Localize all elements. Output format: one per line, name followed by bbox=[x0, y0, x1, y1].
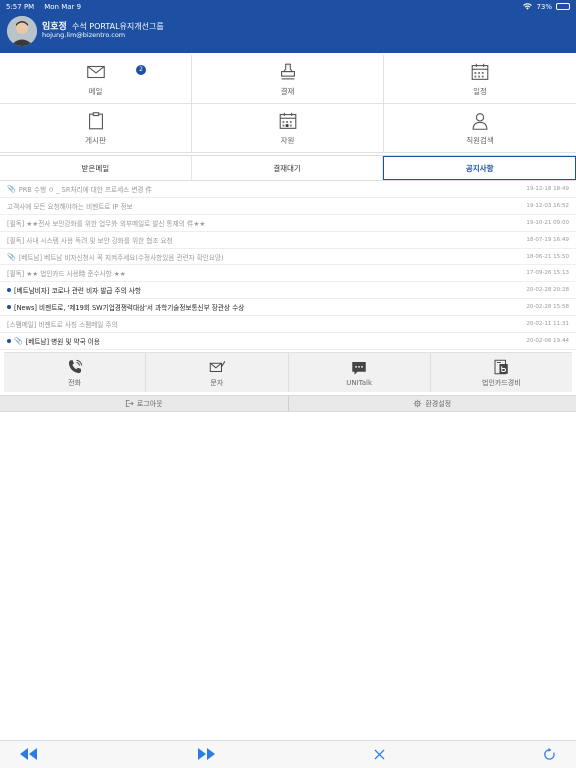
unread-dot-icon bbox=[7, 338, 11, 343]
quick-actions: 전화 문자 UNITalk 법인카드경비 bbox=[4, 352, 572, 392]
notice-date: 20-02-11 11:31 bbox=[526, 321, 569, 328]
quick-phone-label: 전화 bbox=[68, 378, 82, 387]
mail-count-badge: 2 bbox=[136, 65, 146, 75]
notice-row[interactable]: [스팸메일] 비젠트로 사칭 스팸메일 주의 20-02-11 11:31 bbox=[0, 316, 576, 334]
attachment-icon: 📎 bbox=[14, 336, 23, 345]
settings-button[interactable]: 환경설정 bbox=[289, 396, 576, 411]
logout-icon bbox=[125, 399, 134, 408]
status-date: Mon Mar 9 bbox=[44, 2, 82, 11]
logout-label: 로그아웃 bbox=[136, 399, 163, 408]
logout-button[interactable]: 로그아웃 bbox=[0, 396, 289, 411]
close-icon[interactable] bbox=[370, 747, 388, 761]
battery-icon bbox=[556, 3, 570, 10]
calendar-icon bbox=[471, 63, 489, 80]
menu-mail-label: 메일 bbox=[88, 87, 103, 96]
mail-icon bbox=[86, 65, 105, 79]
sms-icon bbox=[209, 360, 226, 372]
tab-notice[interactable]: 공지사항 bbox=[383, 156, 576, 180]
list-tabs: 받은메일 결재대기 공지사항 bbox=[0, 155, 576, 181]
back-icon[interactable] bbox=[20, 747, 38, 761]
notice-title: [베트남] 병원 및 약국 이용 bbox=[25, 337, 100, 346]
notice-title: [News] 비젠트로, '제19회 SW기업경쟁력대상'서 과학기술정보통신부… bbox=[14, 304, 245, 313]
chat-icon bbox=[352, 361, 366, 375]
quick-sms-label: 문자 bbox=[210, 378, 224, 387]
notice-row[interactable]: [필독] ★★ 법인카드 사용時 준수사항 ★★ 17-09-26 15:13 bbox=[0, 265, 576, 283]
card-expense-icon bbox=[494, 359, 509, 374]
quick-unitalk[interactable]: UNITalk bbox=[289, 353, 431, 392]
status-right: 73% bbox=[523, 3, 570, 11]
browser-toolbar bbox=[0, 740, 576, 768]
notice-date: 20-02-06 19:44 bbox=[526, 337, 569, 344]
notice-date: 17-09-26 15:13 bbox=[526, 270, 569, 277]
menu-mail[interactable]: 메일 2 bbox=[0, 55, 192, 104]
unread-dot-icon bbox=[7, 288, 11, 293]
notice-title: [필독] 사내 시스템 사용 독려 및 보안 강화를 위한 협조 요청 bbox=[7, 236, 173, 245]
menu-board[interactable]: 게시판 bbox=[0, 104, 192, 153]
notice-date: 19-12-18 18:49 bbox=[526, 185, 569, 192]
quick-card-expense-label: 법인카드경비 bbox=[482, 378, 521, 387]
stamp-icon bbox=[280, 63, 295, 80]
phone-icon bbox=[68, 359, 82, 373]
notice-title: 고객사에 모든 요청해야하는 비젠트로 IP 정보 bbox=[7, 202, 133, 211]
notice-date: 19-12-03 16:52 bbox=[526, 202, 569, 209]
notice-list: 📎 PRB 수행 ㅇ _ SR처리에 대한 프로세스 변경 件 19-12-18 1… bbox=[0, 181, 576, 350]
notice-date: 18-07-19 16:49 bbox=[526, 236, 569, 243]
menu-approval-label: 결재 bbox=[280, 87, 295, 96]
notice-title: [필독] ★★전사 보안강화를 위한 업무外 외부메일로 발신 통제의 件★★ bbox=[7, 219, 206, 228]
menu-employee-search[interactable]: 직원검색 bbox=[384, 104, 576, 153]
avatar[interactable] bbox=[7, 16, 37, 46]
status-time: 5:57 PM bbox=[6, 2, 35, 11]
quick-sms[interactable]: 문자 bbox=[146, 353, 289, 392]
notice-row[interactable]: 📎 PRB 수행 ㅇ _ SR처리에 대한 프로세스 변경 件 19-12-18 1… bbox=[0, 181, 576, 198]
menu-employee-search-label: 직원검색 bbox=[466, 136, 494, 145]
notice-row[interactable]: [필독] ★★전사 보안강화를 위한 업무外 외부메일로 발신 통제의 件★★ 1… bbox=[0, 215, 576, 232]
notice-title: [베트남] 베트남 비자신청시 꼭 지켜주세요(수정사항있음 관련자 확인요망) bbox=[18, 253, 224, 262]
notice-row[interactable]: 고객사에 모든 요청해야하는 비젠트로 IP 정보 19-12-03 16:52 bbox=[0, 198, 576, 215]
menu-resource-label: 자원 bbox=[280, 136, 295, 145]
menu-schedule-label: 일정 bbox=[473, 87, 487, 96]
settings-label: 환경설정 bbox=[425, 399, 452, 408]
clipboard-icon bbox=[88, 112, 103, 130]
main-menu-grid: 메일 2 결재 일정 게시판 자원 직원검색 bbox=[0, 55, 576, 153]
resource-calendar-icon bbox=[279, 112, 296, 129]
tab-approval-waiting[interactable]: 결재대기 bbox=[192, 156, 384, 180]
gear-icon bbox=[414, 399, 422, 408]
notice-row[interactable]: [필독] 사내 시스템 사용 독려 및 보안 강화를 위한 협조 요청 18-07… bbox=[0, 232, 576, 249]
user-email: hojung.lim@bizentro.com bbox=[42, 31, 126, 39]
battery-percent: 73% bbox=[536, 2, 552, 11]
attachment-icon: 📎 bbox=[7, 184, 16, 193]
forward-icon[interactable] bbox=[197, 747, 215, 761]
notice-date: 20-02-28 20:28 bbox=[526, 287, 569, 294]
notice-title: [필독] ★★ 법인카드 사용時 준수사항 ★★ bbox=[7, 270, 126, 279]
quick-phone[interactable]: 전화 bbox=[4, 353, 147, 392]
notice-title: [베트남비자] 코로나 관련 비자 발급 주의 사항 bbox=[14, 287, 141, 296]
status-bar: 5:57 PM Mon Mar 9 73% bbox=[0, 0, 576, 13]
person-icon bbox=[472, 113, 488, 130]
tab-inbox[interactable]: 받은메일 bbox=[0, 156, 192, 180]
refresh-icon[interactable] bbox=[540, 747, 558, 761]
notice-date: 18-06-21 15:50 bbox=[526, 253, 569, 260]
notice-row[interactable]: [베트남비자] 코로나 관련 비자 발급 주의 사항 20-02-28 20:28 bbox=[0, 282, 576, 300]
notice-row[interactable]: 📎 [베트남] 베트남 비자신청시 꼭 지켜주세요(수정사항있음 관련자 확인요망… bbox=[0, 249, 576, 266]
menu-resource[interactable]: 자원 bbox=[192, 104, 384, 153]
user-title: 수석 PORTAL유지개선그룹 bbox=[71, 22, 164, 31]
notice-row[interactable]: 📎 [베트남] 병원 및 약국 이용 20-02-06 19:44 bbox=[0, 333, 576, 350]
notice-date: 20-02-28 15:58 bbox=[526, 304, 569, 311]
unread-dot-icon bbox=[7, 305, 11, 310]
menu-board-label: 게시판 bbox=[85, 136, 106, 145]
notice-title: PRB 수행 ㅇ _ SR처리에 대한 프로세스 변경 件 bbox=[18, 185, 153, 194]
wifi-icon bbox=[523, 3, 533, 10]
profile-header: 임호정 수석 PORTAL유지개선그룹 hojung.lim@bizentro.… bbox=[0, 13, 576, 53]
menu-approval[interactable]: 결재 bbox=[192, 55, 384, 104]
attachment-icon: 📎 bbox=[7, 252, 16, 261]
account-bar: 로그아웃 환경설정 bbox=[0, 395, 576, 412]
notice-date: 19-10-21 09:00 bbox=[526, 219, 569, 226]
quick-unitalk-label: UNITalk bbox=[346, 378, 373, 387]
notice-title: [스팸메일] 비젠트로 사칭 스팸메일 주의 bbox=[7, 321, 118, 330]
quick-card-expense[interactable]: 법인카드경비 bbox=[431, 353, 572, 392]
notice-row[interactable]: [News] 비젠트로, '제19회 SW기업경쟁력대상'서 과학기술정보통신부… bbox=[0, 299, 576, 317]
menu-schedule[interactable]: 일정 bbox=[384, 55, 576, 104]
